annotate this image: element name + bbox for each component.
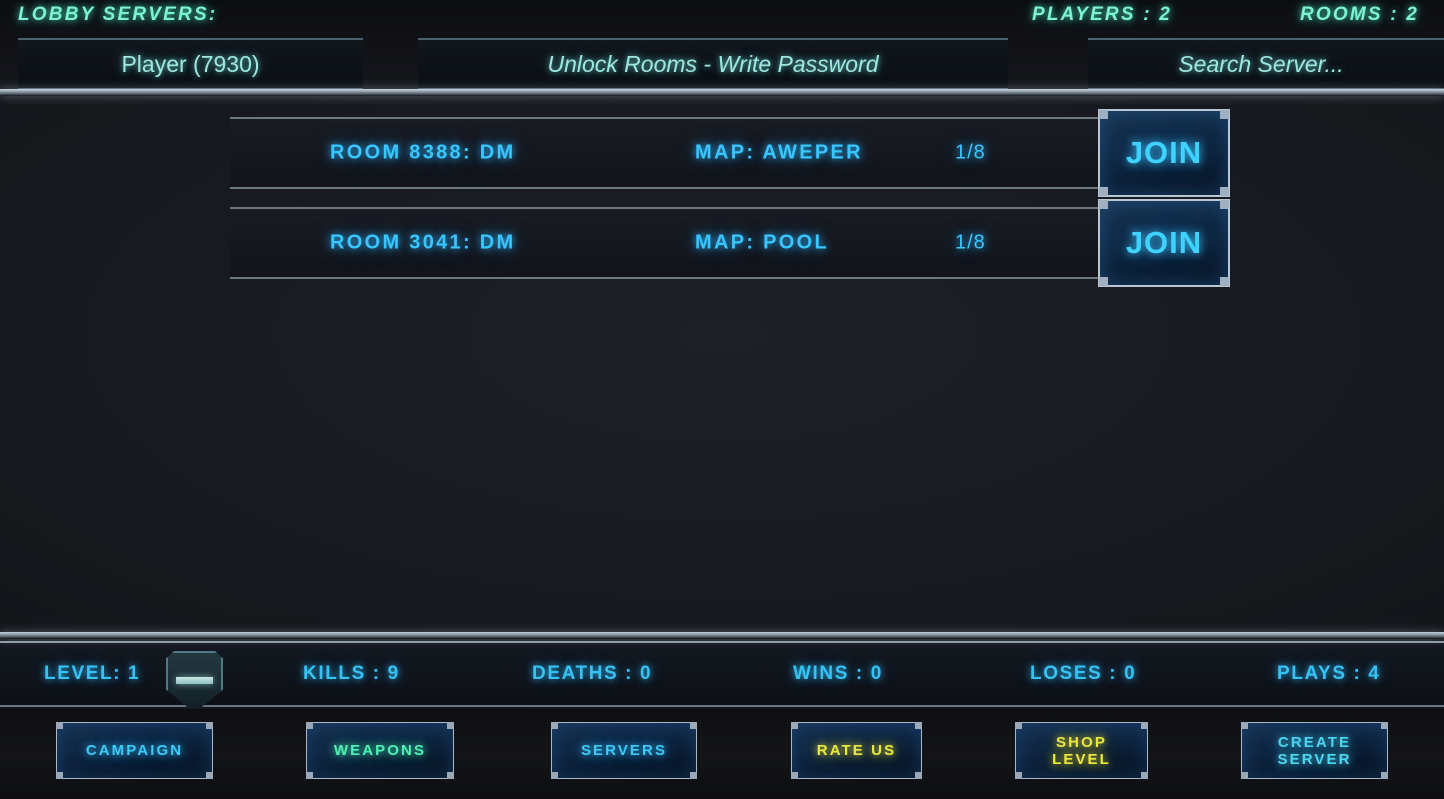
corner-marker	[1099, 110, 1108, 119]
corner-marker	[791, 722, 798, 729]
player-name-value: Player (7930)	[121, 50, 260, 77]
stat-kills: KILLS : 9	[303, 663, 400, 684]
campaign-button[interactable]: CAMPAIGN	[56, 722, 213, 779]
search-server-placeholder: Search Server...	[1178, 50, 1344, 77]
join-button[interactable]: JOIN	[1098, 199, 1230, 287]
join-button[interactable]: JOIN	[1098, 109, 1230, 197]
corner-marker	[690, 772, 697, 779]
level-shield-icon	[166, 651, 223, 713]
stat-plays: PLAYS : 4	[1277, 663, 1381, 684]
corner-marker	[447, 722, 454, 729]
corner-marker	[1381, 772, 1388, 779]
corner-marker	[690, 722, 697, 729]
room-capacity: 1/8	[955, 141, 986, 164]
corner-marker	[1099, 187, 1108, 196]
corner-marker	[1381, 722, 1388, 729]
corner-marker	[56, 722, 63, 729]
page-title: LOBBY SERVERS:	[18, 4, 218, 25]
bottom-nav-bar: CAMPAIGN WEAPONS SERVERS RATE US SHOP LE…	[0, 709, 1444, 799]
corner-marker	[1220, 200, 1229, 209]
corner-marker	[1141, 772, 1148, 779]
corner-marker	[1241, 772, 1248, 779]
room-map: MAP: AWEPER	[695, 141, 863, 164]
rooms-count-label: ROOMS : 2	[1300, 4, 1420, 25]
stat-level: LEVEL: 1	[44, 663, 141, 684]
rate-us-button-label: RATE US	[816, 742, 897, 759]
create-server-button[interactable]: CREATE SERVER	[1241, 722, 1388, 779]
game-lobby-screen: LOBBY SERVERS: PLAYERS : 2 ROOMS : 2 Pla…	[0, 0, 1444, 799]
room-name: ROOM 8388: DM	[330, 141, 516, 164]
corner-marker	[915, 722, 922, 729]
corner-marker	[1141, 722, 1148, 729]
shop-level-button-label: SHOP LEVEL	[1052, 733, 1111, 768]
join-button-label: JOIN	[1125, 225, 1203, 260]
corner-marker	[1220, 110, 1229, 119]
corner-marker	[1220, 277, 1229, 286]
corner-marker	[1241, 722, 1248, 729]
corner-marker	[206, 772, 213, 779]
corner-marker	[306, 772, 313, 779]
corner-marker	[447, 772, 454, 779]
shield-bar	[176, 677, 213, 684]
corner-marker	[56, 772, 63, 779]
create-server-button-label: CREATE SERVER	[1277, 733, 1352, 768]
campaign-button-label: CAMPAIGN	[85, 742, 184, 759]
stat-loses: LOSES : 0	[1030, 663, 1137, 684]
corner-marker	[306, 722, 313, 729]
unlock-password-placeholder: Unlock Rooms - Write Password	[547, 50, 879, 77]
room-list: ROOM 8388: DM MAP: AWEPER 1/8 JOIN ROOM …	[0, 103, 1444, 635]
corner-marker	[206, 722, 213, 729]
corner-marker	[551, 772, 558, 779]
players-count-label: PLAYERS : 2	[1032, 4, 1172, 25]
room-name: ROOM 3041: DM	[330, 231, 516, 254]
corner-marker	[1099, 200, 1108, 209]
corner-marker	[1099, 277, 1108, 286]
unlock-password-input[interactable]: Unlock Rooms - Write Password	[418, 38, 1008, 90]
player-name-input[interactable]: Player (7930)	[18, 38, 363, 90]
stat-deaths: DEATHS : 0	[532, 663, 653, 684]
table-row[interactable]: ROOM 3041: DM MAP: POOL 1/8 JOIN	[230, 199, 1230, 287]
weapons-button[interactable]: WEAPONS	[306, 722, 454, 779]
room-capacity: 1/8	[955, 231, 986, 254]
servers-button-label: SERVERS	[580, 742, 668, 759]
corner-marker	[915, 772, 922, 779]
search-server-input[interactable]: Search Server...	[1088, 38, 1444, 90]
servers-button[interactable]: SERVERS	[551, 722, 697, 779]
shop-level-button[interactable]: SHOP LEVEL	[1015, 722, 1148, 779]
room-map: MAP: POOL	[695, 231, 830, 254]
table-row[interactable]: ROOM 8388: DM MAP: AWEPER 1/8 JOIN	[230, 109, 1230, 197]
header-bar: LOBBY SERVERS: PLAYERS : 2 ROOMS : 2 Pla…	[0, 0, 1444, 96]
join-button-label: JOIN	[1125, 135, 1203, 170]
corner-marker	[791, 772, 798, 779]
rate-us-button[interactable]: RATE US	[791, 722, 922, 779]
corner-marker	[1220, 187, 1229, 196]
stat-wins: WINS : 0	[793, 663, 883, 684]
weapons-button-label: WEAPONS	[333, 742, 427, 759]
corner-marker	[551, 722, 558, 729]
corner-marker	[1015, 772, 1022, 779]
corner-marker	[1015, 722, 1022, 729]
